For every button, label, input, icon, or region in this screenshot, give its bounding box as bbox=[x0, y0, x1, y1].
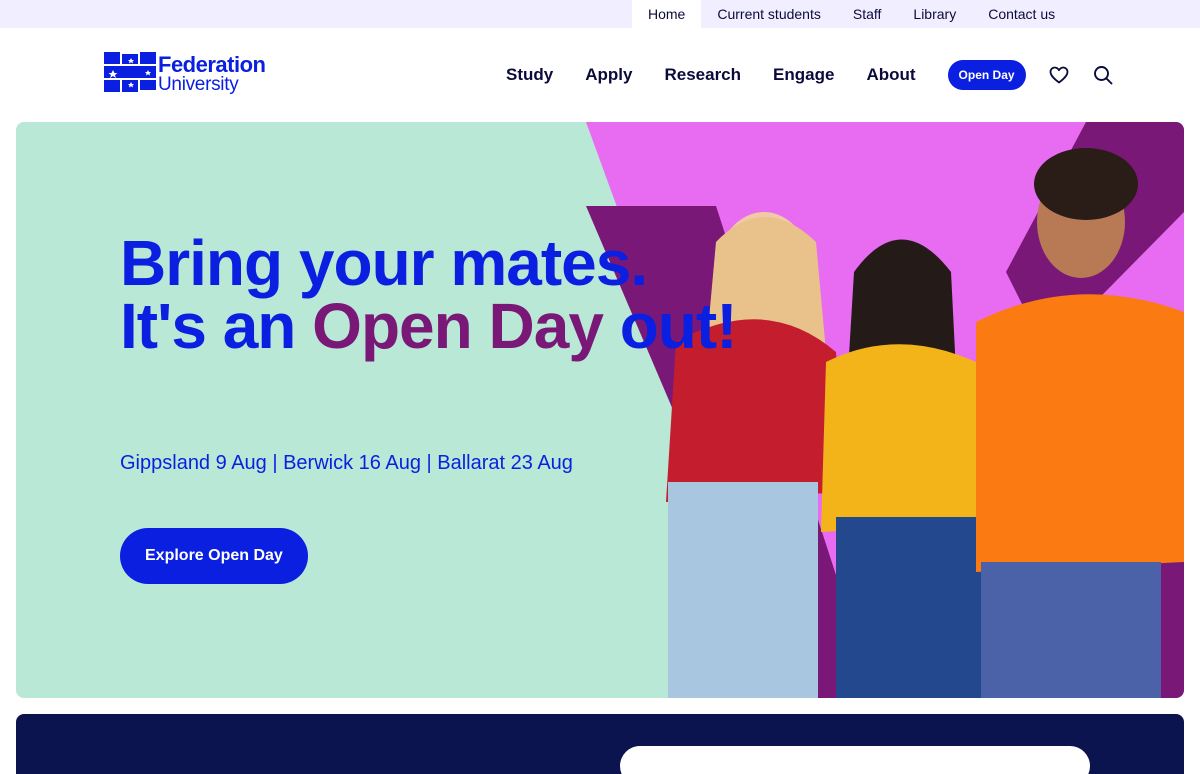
nav-about[interactable]: About bbox=[850, 61, 931, 89]
federation-logo-mark-icon bbox=[104, 52, 156, 92]
favourites-button[interactable] bbox=[1048, 64, 1070, 86]
utility-link-staff[interactable]: Staff bbox=[837, 0, 898, 28]
hero-headline: Bring your mates. It's an Open Day out! bbox=[120, 231, 740, 358]
nav-engage[interactable]: Engage bbox=[757, 61, 850, 89]
main-nav: Study Apply Research Engage About Open D… bbox=[490, 60, 1114, 90]
utility-link-current-students[interactable]: Current students bbox=[701, 0, 837, 28]
open-day-button[interactable]: Open Day bbox=[947, 60, 1026, 90]
utility-link-library[interactable]: Library bbox=[897, 0, 972, 28]
utility-nav: Home Current students Staff Library Cont… bbox=[632, 0, 1071, 28]
nav-research[interactable]: Research bbox=[648, 61, 757, 89]
hero-headline-accent: Open Day bbox=[312, 290, 604, 362]
utility-link-home[interactable]: Home bbox=[632, 0, 702, 28]
utility-bar: Home Current students Staff Library Cont… bbox=[0, 0, 1200, 28]
nav-apply[interactable]: Apply bbox=[569, 61, 648, 89]
logo-wordmark-line2: University bbox=[158, 74, 239, 95]
hero-banner: Bring your mates. It's an Open Day out! … bbox=[16, 122, 1184, 698]
heart-icon bbox=[1049, 66, 1068, 84]
hero-image bbox=[586, 122, 1184, 698]
course-search-panel bbox=[16, 714, 1184, 774]
search-icon bbox=[1093, 66, 1112, 85]
utility-link-contact-us[interactable]: Contact us bbox=[972, 0, 1071, 28]
explore-open-day-button[interactable]: Explore Open Day bbox=[120, 528, 308, 584]
hero-headline-part2: out! bbox=[602, 290, 738, 362]
nav-study[interactable]: Study bbox=[490, 61, 569, 89]
search-button[interactable] bbox=[1092, 64, 1114, 86]
hero-dates: Gippsland 9 Aug | Berwick 16 Aug | Balla… bbox=[120, 452, 573, 474]
course-search-input[interactable] bbox=[620, 746, 1090, 774]
site-logo[interactable]: Federation University bbox=[104, 52, 274, 98]
site-header: Federation University Study Apply Resear… bbox=[0, 28, 1200, 122]
